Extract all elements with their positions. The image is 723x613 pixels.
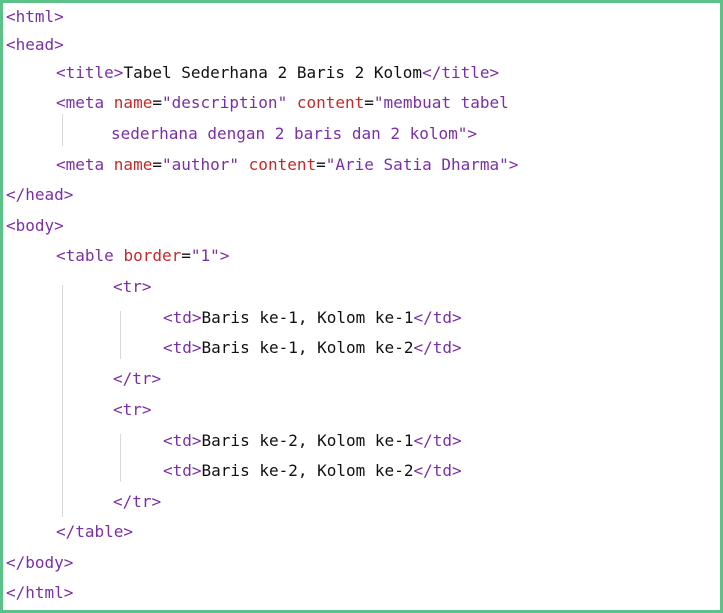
code-tag: <body>: [6, 216, 64, 235]
code-listing: <html> <head> <title>Tabel Sederhana 2 B…: [3, 3, 720, 610]
code-text: Baris ke-2, Kolom ke-2: [201, 461, 414, 480]
code-tag: <html>: [6, 7, 64, 26]
code-line: <td>Baris ke-2, Kolom ke-2</td>: [163, 457, 462, 485]
code-attribute: content: [248, 155, 317, 174]
code-tag: </td>: [413, 431, 462, 450]
code-tag: </html>: [6, 583, 74, 602]
code-line: </head>: [6, 181, 73, 209]
code-line: </tr>: [113, 488, 161, 516]
code-line: </html>: [6, 579, 73, 607]
code-line: <meta name="author" content="Arie Satia …: [56, 151, 518, 179]
code-text: Baris ke-1, Kolom ke-1: [201, 308, 414, 327]
code-tag: </table>: [56, 522, 134, 541]
code-line: <td>Baris ke-1, Kolom ke-1</td>: [163, 304, 462, 332]
code-text: Baris ke-2, Kolom ke-1: [201, 431, 414, 450]
code-line: <title>Tabel Sederhana 2 Baris 2 Kolom</…: [56, 59, 499, 87]
code-attribute: content: [296, 93, 365, 112]
code-line: <tr>: [113, 273, 152, 301]
code-line: <meta name="description" content="membua…: [56, 89, 509, 117]
code-tag: <td>: [163, 461, 202, 480]
code-text: Tabel Sederhana 2 Baris 2 Kolom: [123, 63, 423, 82]
indent-guide: [62, 285, 63, 517]
code-tag: <td>: [163, 338, 202, 357]
code-line: </body>: [6, 549, 73, 577]
code-tag: </td>: [413, 461, 462, 480]
code-string: "1": [190, 246, 220, 265]
code-line: </table>: [56, 518, 133, 546]
code-line: <tr>: [113, 396, 152, 424]
code-line: </tr>: [113, 365, 161, 393]
code-string: "author": [161, 155, 240, 174]
code-equals: =: [364, 93, 374, 112]
code-attribute: name: [113, 93, 153, 112]
code-string: "membuat tabel: [373, 93, 509, 112]
code-tag: [287, 93, 297, 112]
code-tag: </title>: [422, 63, 500, 82]
code-tag: <head>: [6, 35, 64, 54]
indent-guide: [120, 311, 121, 359]
code-tag: >: [467, 124, 478, 143]
code-string: "Arie Satia Dharma": [325, 155, 509, 174]
code-equals: =: [152, 155, 162, 174]
code-tag: >: [508, 155, 519, 174]
code-tag: <title>: [56, 63, 124, 82]
code-tag: <tr>: [113, 277, 152, 296]
code-line: <table border="1">: [56, 242, 229, 270]
code-line: <td>Baris ke-2, Kolom ke-1</td>: [163, 427, 462, 455]
code-tag: </head>: [6, 185, 74, 204]
code-equals: =: [152, 93, 162, 112]
code-viewer-frame: <html> <head> <title>Tabel Sederhana 2 B…: [0, 0, 723, 613]
code-equals: =: [181, 246, 191, 265]
code-attribute: border: [123, 246, 182, 265]
code-attribute: name: [113, 155, 153, 174]
code-text: Baris ke-1, Kolom ke-2: [201, 338, 414, 357]
indent-guide: [120, 434, 121, 482]
code-tag: </td>: [413, 338, 462, 357]
code-string: "description": [161, 93, 288, 112]
code-tag: </td>: [413, 308, 462, 327]
code-line: <head>: [6, 31, 64, 59]
code-tag: <td>: [163, 431, 202, 450]
code-tag: <meta: [56, 93, 114, 112]
code-line: <td>Baris ke-1, Kolom ke-2</td>: [163, 334, 462, 362]
code-line: sederhana dengan 2 baris dan 2 kolom">: [111, 120, 477, 148]
code-line: <body>: [6, 212, 64, 240]
code-tag: </body>: [6, 553, 74, 572]
code-tag: <tr>: [113, 400, 152, 419]
code-equals: =: [316, 155, 326, 174]
code-tag: <meta: [56, 155, 114, 174]
code-string: sederhana dengan 2 baris dan 2 kolom": [111, 124, 468, 143]
code-tag: <table: [56, 246, 124, 265]
code-tag: [239, 155, 249, 174]
code-line: <html>: [6, 3, 64, 31]
code-tag: </tr>: [113, 492, 162, 511]
indent-guide: [62, 114, 63, 146]
code-tag: </tr>: [113, 369, 162, 388]
code-tag: >: [219, 246, 230, 265]
code-tag: <td>: [163, 308, 202, 327]
